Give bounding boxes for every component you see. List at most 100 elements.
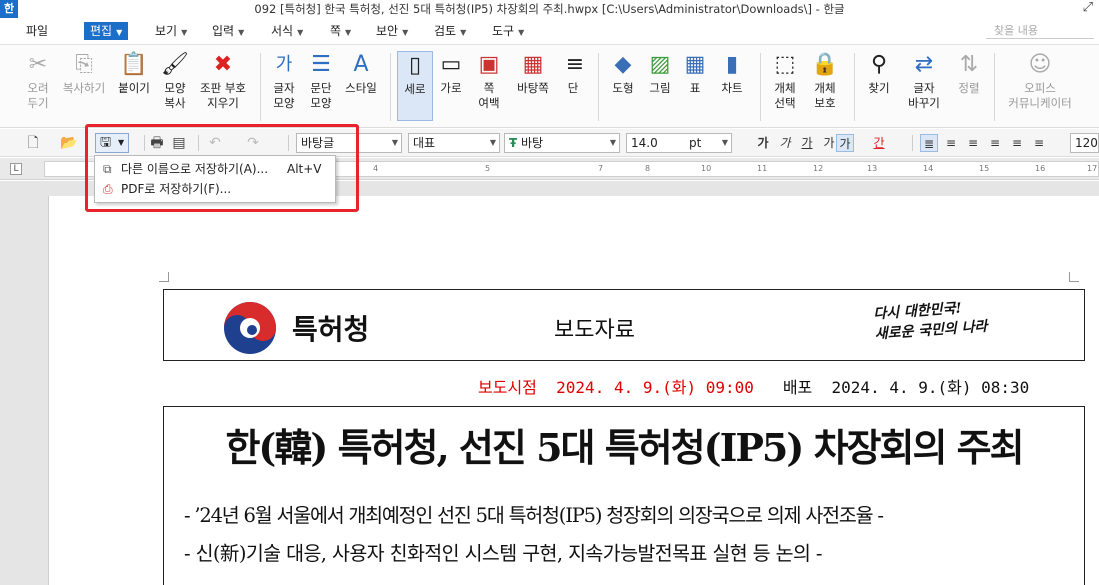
title-bar: 한 092 [특허청] 한국 특허청, 선진 5대 특허청(IP5) 차장회의 … <box>0 0 1099 18</box>
clear-codes-button[interactable]: ✖ 조판 부호 지우기 <box>196 51 250 111</box>
font-select[interactable]: Ŧ 바탕 ▼ <box>504 133 620 153</box>
chevron-down-icon: ▼ <box>345 28 352 37</box>
menu-security-label: 보안 <box>376 24 399 38</box>
distribution-label: 배포 <box>782 378 813 397</box>
picture-icon: ▨ <box>649 52 671 77</box>
font-size-input[interactable]: 14.0 pt ▼ <box>626 133 732 153</box>
ruler-tick: 7 <box>598 164 604 173</box>
style-button[interactable]: A 스타일 <box>342 51 380 96</box>
select-object-button[interactable]: ⬚ 개체 선택 <box>768 51 802 111</box>
copy-icon: ⎘ <box>75 52 93 77</box>
shape-button[interactable]: ◆ 도형 <box>606 51 640 96</box>
para-shape-button[interactable]: ☰ 문단 모양 <box>303 51 339 111</box>
cut-button[interactable]: ✂ 오려 두기 <box>20 51 56 111</box>
chevron-down-icon: ▼ <box>297 28 304 37</box>
zoom-input[interactable]: 120 <box>1070 133 1099 153</box>
copy-label: 복사하기 <box>62 81 106 95</box>
ruler-tick: 8 <box>645 164 651 173</box>
language-select[interactable]: 대표 ▼ <box>408 133 500 153</box>
columns-button[interactable]: ≡ 단 <box>560 51 586 96</box>
ruler-tick: 17 <box>1087 164 1098 173</box>
menu-tools[interactable]: 도구 ▼ <box>492 22 524 40</box>
menu-insert[interactable]: 입력 ▼ <box>212 22 244 40</box>
menu-view[interactable]: 보기 ▼ <box>155 22 187 40</box>
find-text-input[interactable]: 찾을 내용 <box>986 23 1094 39</box>
menu-page[interactable]: 쪽 ▼ <box>330 22 351 40</box>
paste-icon: 📋 <box>120 52 148 77</box>
style-label: 스타일 <box>345 81 377 95</box>
subheadline-2: - 신(新)기술 대응, 사용자 친화적인 시스템 구현, 지속가능발전목표 실… <box>184 542 822 565</box>
copy-button[interactable]: ⎘ 복사하기 <box>60 51 108 96</box>
page-margin-button[interactable]: ▣ 쪽 여백 <box>472 51 506 111</box>
align-distribute-button[interactable]: ≡ <box>1008 134 1026 152</box>
char-shape-button[interactable]: 가 글자 모양 <box>266 51 302 111</box>
paste-button[interactable]: 📋 붙이기 <box>115 51 153 96</box>
restore-window-icon[interactable]: ⤢ <box>1083 0 1093 15</box>
chevron-down-icon: ▼ <box>489 138 496 147</box>
ribbon-divider <box>260 53 261 121</box>
page-margin-mark <box>159 272 169 282</box>
font-select-value: 바탕 <box>521 136 544 150</box>
menu-format[interactable]: 서식 ▼ <box>271 22 303 40</box>
paste-label: 붙이기 <box>118 81 150 95</box>
table-label: 표 <box>689 81 701 95</box>
ruler-tick: 10 <box>701 164 712 173</box>
find-label: 찾기 <box>868 81 890 95</box>
cut-label: 오려 두기 <box>27 81 49 110</box>
select-object-icon: ⬚ <box>774 52 796 77</box>
chevron-down-icon: ▼ <box>402 28 409 37</box>
style-icon: A <box>353 52 369 77</box>
tab-type-icon[interactable]: L <box>10 163 22 175</box>
bold-button[interactable]: 가 <box>754 134 772 152</box>
find-button[interactable]: ⚲ 찾기 <box>862 51 896 96</box>
sort-label: 정렬 <box>958 81 980 95</box>
menu-file[interactable]: 파일 <box>26 22 48 40</box>
align-center-button[interactable]: ≡ <box>964 134 982 152</box>
menu-format-label: 서식 <box>271 24 294 38</box>
highlight-color-button[interactable]: 간 <box>870 134 888 152</box>
landscape-label: 가로 <box>440 81 462 95</box>
char-color-button[interactable]: 가 <box>836 134 854 152</box>
portrait-icon: ▯ <box>408 53 422 78</box>
protect-object-button[interactable]: 🔒 개체 보호 <box>808 51 842 111</box>
chart-button[interactable]: ▮ 차트 <box>716 51 748 96</box>
align-left-button[interactable]: ≡ <box>942 134 960 152</box>
page-margin-icon: ▣ <box>478 52 500 77</box>
ruler-tick: 15 <box>979 164 990 173</box>
align-divide-button[interactable]: ≡ <box>1030 134 1048 152</box>
chevron-down-icon: ▼ <box>721 138 728 147</box>
ruler-tick: 5 <box>485 164 491 173</box>
headline: 한(韓) 특허청, 선진 5대 특허청(IP5) 차장회의 주최 <box>225 425 1024 470</box>
menu-security[interactable]: 보안 ▼ <box>376 22 408 40</box>
menu-page-label: 쪽 <box>330 24 342 38</box>
subheadline-1: - ’24년 6월 서울에서 개최예정인 선진 5대 특허청(IP5) 청장회의… <box>184 504 884 527</box>
menu-review[interactable]: 검토 ▼ <box>434 22 466 40</box>
landscape-button[interactable]: ▭ 가로 <box>436 51 466 96</box>
font-type-icon: Ŧ <box>509 136 518 150</box>
toolbar-divider <box>912 135 913 151</box>
office-communicator-icon: ☺ <box>1028 52 1052 77</box>
shape-label: 도형 <box>612 81 634 95</box>
italic-button[interactable]: 가 <box>776 134 794 152</box>
office-communicator-button[interactable]: ☺ 오피스 커뮤니케이터 <box>1002 51 1078 111</box>
chevron-down-icon: ▼ <box>391 138 398 147</box>
underline-button[interactable]: 가 <box>798 134 816 152</box>
replace-text-button[interactable]: ⇄ 글자 바꾸기 <box>902 51 946 111</box>
table-button[interactable]: ▦ 표 <box>680 51 710 96</box>
open-folder-icon[interactable]: 📂 <box>60 134 78 152</box>
shape-icon: ◆ <box>614 52 632 77</box>
highlight-annotation <box>85 124 359 212</box>
menu-tools-label: 도구 <box>492 24 515 38</box>
portrait-button[interactable]: ▯ 세로 <box>397 51 433 121</box>
master-page-button[interactable]: ▦ 바탕쪽 <box>512 51 554 96</box>
master-page-label: 바탕쪽 <box>517 81 549 95</box>
sort-button[interactable]: ⇅ 정렬 <box>952 51 986 96</box>
menu-edit[interactable]: 편집 ▼ <box>84 22 129 40</box>
lock-icon: 🔒 <box>811 52 839 77</box>
align-justify-button[interactable]: ≣ <box>920 134 938 152</box>
align-right-button[interactable]: ≡ <box>986 134 1004 152</box>
picture-button[interactable]: ▨ 그림 <box>644 51 676 96</box>
replace-text-label: 글자 바꾸기 <box>908 81 940 110</box>
new-document-icon[interactable]: 🗋 <box>24 134 42 152</box>
format-painter-button[interactable]: 🖌 모양 복사 <box>158 51 192 111</box>
